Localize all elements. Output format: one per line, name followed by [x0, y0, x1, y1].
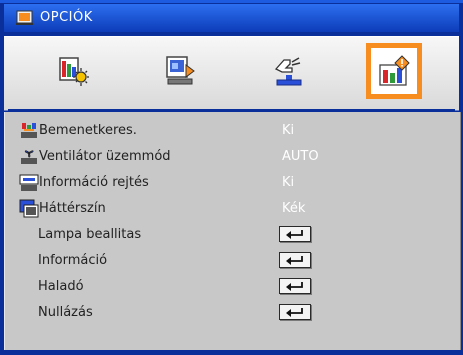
menu-item-lampa-beallitas[interactable]: Lampa beallitas — [19, 224, 454, 246]
tab-divider — [8, 109, 455, 111]
category-tab-bar — [4, 36, 459, 111]
menu-item-value: AUTO — [282, 149, 319, 164]
menu-item-label: Lampa beallitas — [38, 227, 142, 242]
enter-icon[interactable] — [279, 252, 311, 268]
tab-setup[interactable] — [260, 43, 316, 99]
setup-settings-icon — [274, 57, 302, 86]
options-icon — [379, 55, 410, 86]
enter-icon[interactable] — [279, 278, 311, 294]
display-settings-icon — [166, 56, 195, 85]
fan-mode-icon — [19, 147, 39, 167]
tab-options[interactable] — [366, 43, 422, 99]
menu-item-informacio-rejtes[interactable]: Információ rejtés Ki — [19, 172, 454, 194]
menu-item-label: Információ — [38, 253, 108, 268]
enter-icon[interactable] — [279, 226, 311, 242]
menu-item-label: Bemenetkeres. — [39, 123, 137, 138]
image-settings-icon — [59, 57, 89, 86]
menu-item-halado[interactable]: Haladó — [19, 276, 454, 298]
enter-icon[interactable] — [279, 304, 311, 320]
menu-item-value: Kék — [282, 201, 306, 216]
menu-title: OPCIÓK — [40, 10, 93, 25]
background-color-icon — [19, 199, 39, 219]
osd-menu-window: OPCIÓK Bemenetkeres. Ki Ventilátor üzemm… — [0, 0, 463, 355]
menu-item-ventilator-uzemmod[interactable]: Ventilátor üzemmód AUTO — [19, 146, 454, 168]
menu-item-hatterszin[interactable]: Háttérszín Kék — [19, 198, 454, 220]
menu-item-nullazas[interactable]: Nullázás — [19, 302, 454, 324]
source-lock-icon — [19, 121, 39, 141]
menu-item-informacio[interactable]: Információ — [19, 250, 454, 272]
title-bar: OPCIÓK — [4, 4, 459, 32]
menu-item-label: Háttérszín — [39, 201, 106, 216]
menu-item-value: Ki — [282, 123, 295, 138]
tab-display[interactable] — [152, 43, 208, 99]
options-title-icon — [15, 10, 35, 26]
menu-item-bemenetkeres[interactable]: Bemenetkeres. Ki — [19, 120, 454, 142]
options-panel: Bemenetkeres. Ki Ventilátor üzemmód AUTO — [4, 112, 461, 350]
menu-item-label: Nullázás — [38, 305, 93, 320]
top-accent-line — [0, 0, 463, 3]
menu-item-label: Ventilátor üzemmód — [39, 149, 171, 164]
tab-image[interactable] — [46, 43, 102, 99]
info-hide-icon — [19, 173, 39, 193]
menu-item-label: Információ rejtés — [39, 175, 149, 190]
menu-item-label: Haladó — [38, 279, 84, 294]
menu-item-value: Ki — [282, 175, 295, 190]
